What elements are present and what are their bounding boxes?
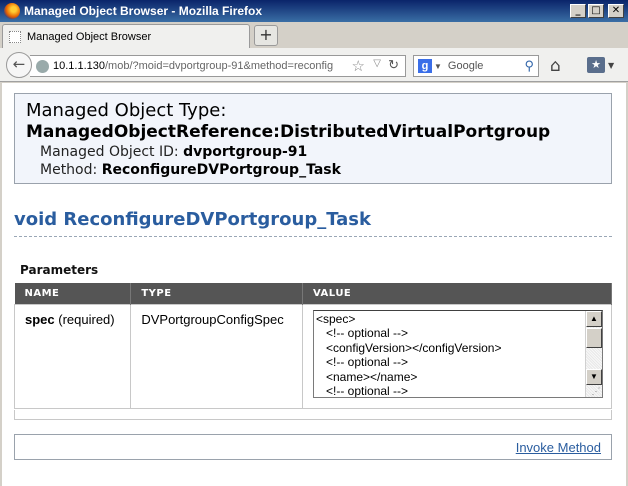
param-value-cell: <spec> <!-- optional --> <configVersion>… (302, 303, 612, 409)
parameters-heading: Parameters (20, 263, 99, 277)
column-header-name: NAME (14, 283, 132, 304)
managed-object-id-row: Managed Object ID: dvportgroup-91 (26, 143, 611, 161)
search-input[interactable]: Google (448, 60, 525, 72)
column-header-value: VALUE (302, 283, 612, 304)
param-name: spec (25, 311, 55, 327)
resize-grip-icon[interactable]: ⋰ (590, 385, 602, 397)
scroll-down-icon[interactable]: ▼ (586, 368, 602, 385)
param-type: DVPortgroupConfigSpec (130, 303, 303, 409)
new-tab-button[interactable]: + (254, 25, 278, 46)
search-icon[interactable]: ⚲ (524, 58, 534, 74)
search-bar[interactable]: g ▼ Google ⚲ (413, 55, 539, 77)
tab-label: Managed Object Browser (27, 30, 152, 43)
star-icon[interactable]: ☆ (352, 57, 365, 75)
param-name-cell: spec (required) (13, 303, 132, 409)
firefox-logo-icon (4, 3, 20, 19)
spec-value-text[interactable]: <spec> <!-- optional --> <configVersion>… (316, 312, 501, 397)
invoke-method-link[interactable]: Invoke Method (516, 440, 601, 455)
tab-bar: Managed Object Browser + (0, 22, 628, 48)
table-spacer-row (14, 410, 612, 420)
object-header: Managed Object Type: ManagedObjectRefere… (14, 93, 612, 184)
invoke-bar: Invoke Method (14, 434, 612, 460)
tab-managed-object-browser[interactable]: Managed Object Browser (2, 24, 250, 48)
page-content: Managed Object Type: ManagedObjectRefere… (0, 83, 628, 486)
scroll-up-icon[interactable]: ▲ (586, 310, 602, 327)
spec-value-textarea[interactable]: <spec> <!-- optional --> <configVersion>… (313, 309, 603, 398)
managed-object-id-value: dvportgroup-91 (183, 144, 308, 160)
bookmarks-icon[interactable]: ★ (587, 57, 605, 73)
table-row: spec (required) DVPortgroupConfigSpec <s… (13, 303, 612, 409)
page-icon (9, 30, 21, 43)
managed-object-type-value: ManagedObjectReference:DistributedVirtua… (26, 122, 551, 142)
divider (14, 236, 612, 237)
method-row: Method: ReconfigureDVPortgroup_Task (26, 161, 611, 179)
maximize-button[interactable]: □ (588, 4, 604, 18)
method-signature: void ReconfigureDVPortgroup_Task (14, 209, 371, 230)
window-title: Managed Object Browser - Mozilla Firefox (24, 4, 263, 18)
bookmarks-dropdown-icon[interactable]: ▼ (608, 61, 614, 70)
close-button[interactable]: ✕ (608, 4, 624, 18)
url-host: 10.1.1.130 (53, 60, 105, 72)
google-icon[interactable]: g (418, 59, 432, 73)
parameters-table: NAME TYPE VALUE spec (required) DVPortgr… (13, 283, 612, 409)
url-bar[interactable]: 10.1.1.130/mob/?moid=dvportgroup-91&meth… (30, 55, 406, 77)
scroll-thumb[interactable] (586, 327, 602, 348)
reload-icon[interactable]: ↻ (388, 57, 399, 73)
window-title-bar: Managed Object Browser - Mozilla Firefox… (0, 0, 628, 22)
url-path: /mob/?moid=dvportgroup-91&method=reconfi… (105, 60, 334, 72)
back-icon: ← (12, 55, 26, 73)
param-qualifier: (required) (58, 311, 115, 327)
method-value: ReconfigureDVPortgroup_Task (101, 162, 341, 178)
minimize-button[interactable]: _ (570, 4, 586, 18)
dropdown-icon[interactable]: ▽ (373, 58, 381, 69)
managed-object-id-label: Managed Object ID: (40, 144, 179, 160)
window-controls: _ □ ✕ (570, 4, 624, 18)
column-header-type: TYPE (130, 283, 303, 304)
back-button[interactable]: ← (6, 52, 32, 78)
globe-icon (36, 59, 49, 73)
managed-object-type-label: Managed Object Type: (26, 100, 227, 121)
navigation-bar: 10.1.1.130/mob/?moid=dvportgroup-91&meth… (0, 48, 628, 82)
search-engine-dropdown-icon[interactable]: ▼ (434, 62, 442, 71)
method-label: Method: (40, 162, 98, 178)
home-icon[interactable]: ⌂ (550, 56, 561, 76)
